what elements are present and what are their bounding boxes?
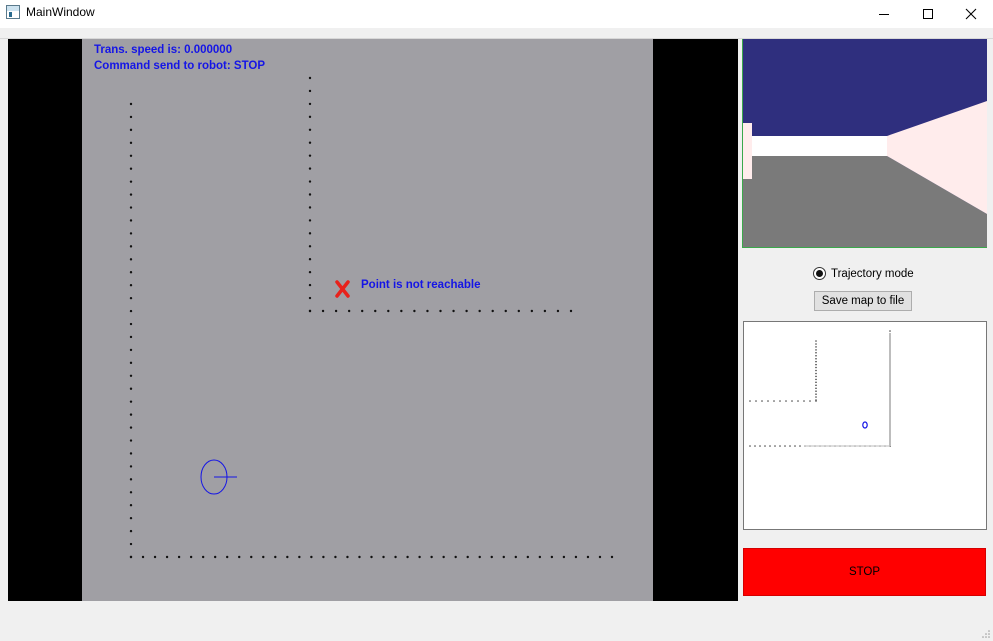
robot-icon	[200, 459, 237, 495]
save-map-button[interactable]: Save map to file	[814, 291, 912, 311]
unreachable-marker-icon	[335, 280, 350, 298]
trajectory-mode-radio[interactable]	[813, 267, 826, 280]
unreachable-label: Point is not reachable	[361, 279, 481, 291]
stop-button[interactable]: STOP	[743, 548, 986, 596]
resize-grip-icon[interactable]	[981, 629, 991, 639]
trajectory-mode-label[interactable]: Trajectory mode	[831, 268, 914, 280]
minimap-robot-icon	[862, 421, 868, 429]
speed-readout: Trans. speed is: 0.000000	[94, 44, 233, 56]
lidar-points	[129, 76, 614, 559]
camera-view	[742, 39, 987, 248]
minimap-points	[749, 330, 891, 447]
command-readout: Command send to robot: STOP	[94, 60, 266, 72]
minimap	[743, 321, 987, 530]
